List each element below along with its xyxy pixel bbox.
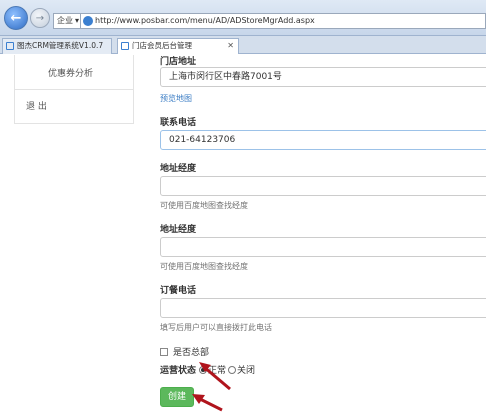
status-radio-group: 运营状态 正常 关闭 [160,363,255,376]
tab-label: 图杰CRM管理系统V1.0.7 [17,41,104,50]
chevron-down-icon: ▾ [75,16,80,25]
browser-tabbar: 图杰CRM管理系统V1.0.7 门店会员后台管理 ✕ [0,36,486,54]
hq-checkbox[interactable] [160,347,168,356]
address-label: 门店地址 [160,57,197,67]
sidebar-item-label: 优惠券分析 [48,69,94,79]
create-button[interactable]: 创建 [160,387,194,407]
status-option-label: 正常 [208,366,227,376]
order-phone-label: 订餐电话 [160,286,197,296]
hq-checkbox-row: 是否总部 [160,345,209,358]
phone-input[interactable]: 021-64123706 [160,130,486,150]
hq-checkbox-label: 是否总部 [173,348,210,358]
sidebar-item-label: 退 出 [26,102,47,112]
tab-label: 门店会员后台管理 [132,41,192,50]
arrow-right-icon: → [35,12,45,24]
address-url: http://www.posbar.com/menu/AD/ADStoreMgr… [95,16,315,25]
browser-navbar: ← → 企业 ▾ http://www.posbar.com/menu/AD/A… [0,0,486,36]
browser-tab-crm[interactable]: 图杰CRM管理系统V1.0.7 [2,38,112,54]
compat-mode-select[interactable]: 企业 ▾ [53,13,84,29]
sidebar: 优惠券分析 退 出 [14,55,134,124]
status-label: 运营状态 [160,366,197,376]
address-bar[interactable]: http://www.posbar.com/menu/AD/ADStoreMgr… [80,13,486,29]
status-radio-closed[interactable] [228,365,237,374]
close-icon[interactable]: ✕ [227,39,234,53]
order-phone-hint: 填写后用户可以直接拨打此电话 [160,323,272,332]
latitude-hint: 可使用百度地图查找经度 [160,262,248,271]
latitude-label: 地址经度 [160,225,197,235]
page-icon [6,42,14,50]
back-button[interactable]: ← [4,6,28,30]
status-radio-normal[interactable] [199,365,208,374]
page-icon [83,16,93,26]
arrow-left-icon: ← [10,10,22,26]
longitude-input[interactable] [160,176,486,196]
longitude-hint: 可使用百度地图查找经度 [160,201,248,210]
address-input[interactable]: 上海市闵行区中春路7001号 [160,67,486,87]
latitude-input[interactable] [160,237,486,257]
annotation-arrow-icon [192,394,223,412]
longitude-label: 地址经度 [160,164,197,174]
status-option-label: 关闭 [237,366,256,376]
page-content: 优惠券分析 退 出 门店地址 上海市闵行区中春路7001号 预览地图 联系电话 … [0,55,486,413]
compat-mode-label: 企业 [57,16,73,25]
sidebar-item-coupon-analysis[interactable]: 优惠券分析 [15,55,134,90]
sidebar-item-logout[interactable]: 退 出 [15,90,134,124]
preview-map-link[interactable]: 预览地图 [160,93,192,104]
phone-label: 联系电话 [160,118,197,128]
browser-tab-store-admin[interactable]: 门店会员后台管理 ✕ [117,38,239,54]
page-icon [121,42,129,50]
forward-button[interactable]: → [30,8,50,28]
order-phone-input[interactable] [160,298,486,318]
